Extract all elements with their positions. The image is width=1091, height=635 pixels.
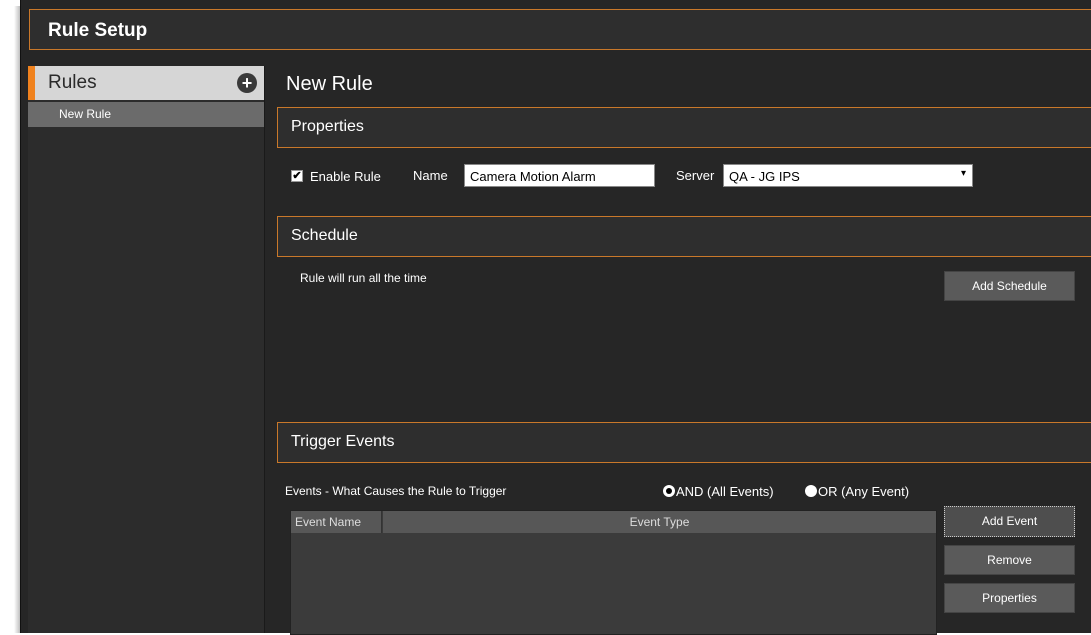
rules-header-label: Rules [48, 72, 97, 93]
page-title: New Rule [286, 73, 373, 95]
enable-rule-checkbox[interactable]: ✔ [291, 170, 303, 182]
chevron-down-icon: ▾ [960, 168, 966, 179]
server-select[interactable]: QA - JG IPS ▾ [723, 164, 973, 187]
properties-heading: Properties [291, 118, 364, 135]
and-radio-label: AND (All Events) [676, 484, 774, 499]
rules-header-accent [28, 66, 35, 100]
schedule-section-header: Schedule [277, 216, 1091, 257]
enable-rule-label: Enable Rule [310, 169, 381, 184]
properties-button[interactable]: Properties [944, 583, 1075, 613]
plus-circle-icon[interactable]: + [237, 73, 257, 93]
rule-setup-window: Rule Setup Rules + New Rule New Rule Pro… [20, 0, 1091, 635]
sidebar-item-label: New Rule [59, 107, 112, 121]
sidebar-item-new-rule[interactable]: New Rule [28, 102, 264, 127]
server-select-value: QA - JG IPS [729, 169, 800, 184]
name-label: Name [413, 168, 448, 183]
properties-section-header: Properties [277, 107, 1091, 148]
trigger-events-section-header: Trigger Events [277, 422, 1091, 463]
column-header-event-type[interactable]: Event Type [383, 511, 936, 533]
window-title: Rule Setup [48, 20, 148, 41]
or-radio[interactable] [805, 485, 817, 497]
remove-button[interactable]: Remove [944, 545, 1075, 575]
title-bar: Rule Setup [29, 9, 1091, 50]
server-label: Server [676, 168, 715, 183]
rules-header: Rules + [28, 66, 264, 100]
or-radio-label: OR (Any Event) [818, 484, 910, 499]
schedule-heading: Schedule [291, 227, 358, 244]
column-header-event-name[interactable]: Event Name [291, 511, 382, 533]
name-input[interactable]: Camera Motion Alarm [464, 164, 655, 187]
and-radio[interactable] [663, 485, 675, 497]
schedule-status: Rule will run all the time [300, 271, 427, 285]
add-schedule-button[interactable]: Add Schedule [944, 271, 1075, 301]
trigger-description: Events - What Causes the Rule to Trigger [285, 484, 507, 498]
rules-sidebar: Rules + New Rule [28, 66, 265, 633]
events-table[interactable]: Event Name Event Type [290, 510, 937, 635]
trigger-events-heading: Trigger Events [291, 433, 395, 450]
add-event-button[interactable]: Add Event [944, 506, 1075, 537]
